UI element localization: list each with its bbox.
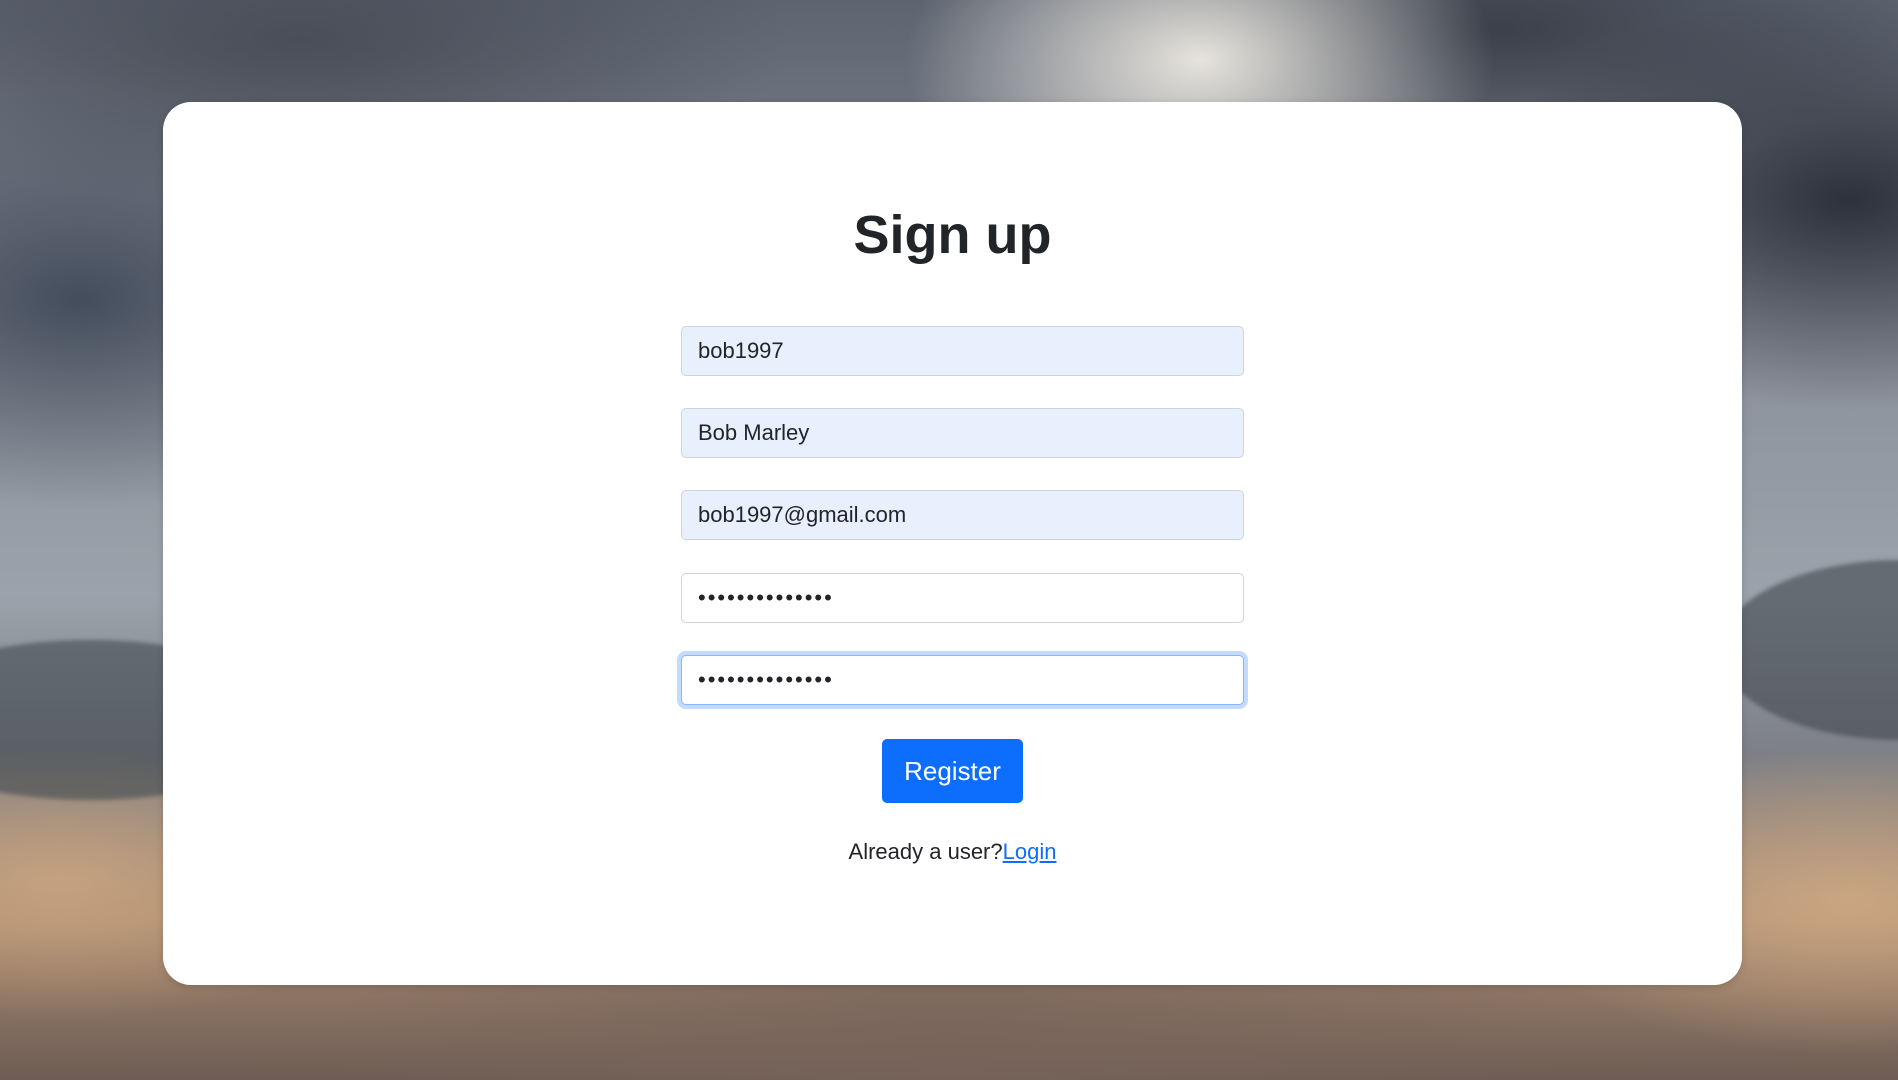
password-input[interactable] [681, 573, 1244, 623]
page-title: Sign up [853, 205, 1052, 265]
username-input[interactable] [681, 326, 1244, 376]
login-link[interactable]: Login [1003, 839, 1057, 864]
signup-card: Sign up Register Already a user?Login [163, 102, 1742, 985]
email-input[interactable] [681, 490, 1244, 540]
confirm-password-input[interactable] [681, 655, 1244, 705]
register-button[interactable]: Register [882, 739, 1023, 803]
mountain-right [1720, 560, 1898, 740]
fullname-input[interactable] [681, 408, 1244, 458]
login-prompt: Already a user?Login [163, 837, 1742, 867]
login-prompt-text: Already a user? [848, 839, 1003, 864]
